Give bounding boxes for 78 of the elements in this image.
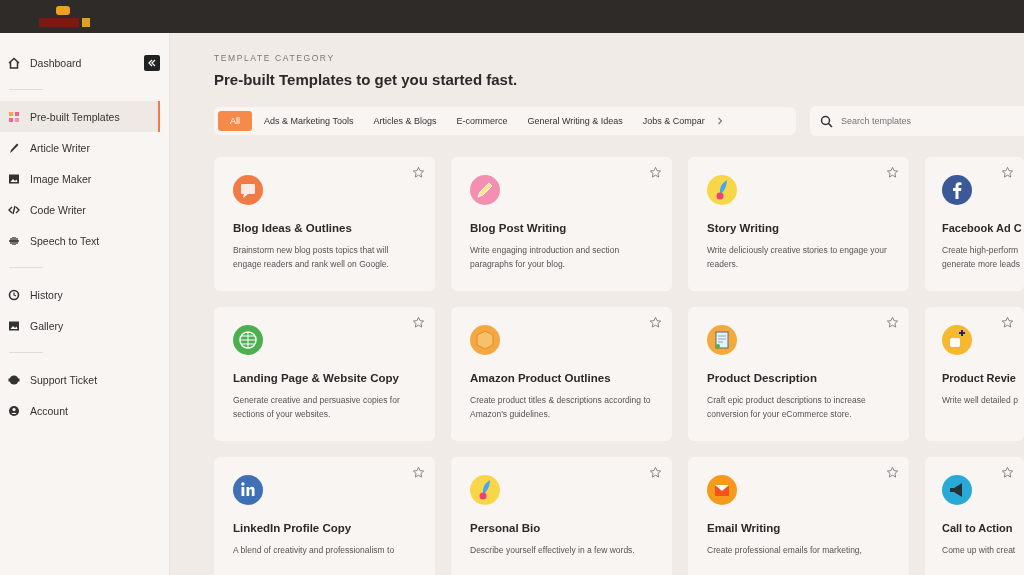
category-tab[interactable]: Ads & Marketing Tools bbox=[256, 111, 362, 131]
card-description: A blend of creativity and professionalism to bbox=[233, 544, 396, 557]
template-card[interactable]: Email Writing Create professional emails for marketing, bbox=[688, 457, 909, 575]
pen-icon bbox=[8, 141, 20, 154]
star-icon[interactable] bbox=[412, 166, 425, 179]
template-card[interactable]: Personal Bio Describe yourself effectively in a few words. bbox=[451, 457, 672, 575]
page-title: Pre-built Templates to get you started fast. bbox=[214, 71, 519, 88]
card-title: Amazon Product Outlines bbox=[470, 372, 612, 384]
home-icon bbox=[8, 56, 20, 69]
card-description: Create product titles & descriptions according to Amazon's guidelines. bbox=[470, 394, 652, 421]
star-icon[interactable] bbox=[649, 316, 662, 329]
category-tab[interactable]: Jobs & Compar bbox=[634, 111, 713, 131]
card-description: Write engaging introduction and section paragraphs for your blog. bbox=[470, 244, 621, 271]
card-title: Product Revie bbox=[942, 372, 1017, 384]
template-card[interactable]: Facebook Ad C Create high-perform generate more leads bbox=[925, 157, 1024, 291]
image-icon bbox=[8, 172, 20, 185]
card-title: LinkedIn Profile Copy bbox=[233, 522, 353, 534]
account-icon bbox=[8, 404, 20, 417]
template-card[interactable]: Amazon Product Outlines Create product titles & descriptions according to Amazon's guidelines. bbox=[451, 307, 672, 441]
card-description: Write deliciously creative stories to engage your readers. bbox=[707, 244, 888, 271]
star-icon[interactable] bbox=[886, 466, 899, 479]
card-title: Blog Post Writing bbox=[470, 222, 568, 234]
search-icon bbox=[820, 115, 833, 128]
sidebar-item[interactable]: Dashboard bbox=[0, 47, 144, 78]
search-field[interactable]: Search templates bbox=[810, 106, 1024, 136]
card-title: Blog Ideas & Outlines bbox=[233, 222, 353, 234]
collapse-button[interactable] bbox=[144, 54, 160, 71]
card-description: Create high-perform generate more leads bbox=[942, 244, 1021, 271]
card-description: Come up with creat bbox=[942, 544, 1017, 557]
category-tab[interactable]: Articles & Blogs bbox=[365, 111, 445, 131]
template-card[interactable]: Call to Action Come up with creat bbox=[925, 457, 1024, 575]
star-icon[interactable] bbox=[412, 316, 425, 329]
template-card[interactable]: Blog Post Writing Write engaging introduction and section paragraphs for your blog. bbox=[451, 157, 672, 291]
sidebar-item[interactable]: Gallery bbox=[0, 310, 160, 341]
card-title: Story Writing bbox=[707, 222, 780, 234]
card-title: Personal Bio bbox=[470, 522, 542, 534]
star-icon[interactable] bbox=[649, 466, 662, 479]
star-icon[interactable] bbox=[412, 466, 425, 479]
star-icon[interactable] bbox=[1001, 316, 1014, 329]
template-card[interactable]: Story Writing Write deliciously creative stories to engage your readers. bbox=[688, 157, 909, 291]
template-card[interactable]: Blog Ideas & Outlines Brainstorm new blog posts topics that will engage readers and rank well on Google. bbox=[214, 157, 435, 291]
category-tab[interactable]: E-commerce bbox=[448, 111, 516, 131]
card-title: Email Writing bbox=[707, 522, 782, 534]
double-chevron-icon bbox=[148, 58, 156, 67]
template-card[interactable]: LinkedIn Profile Copy A blend of creativity and professionalism to bbox=[214, 457, 435, 575]
template-card[interactable]: Product Description Craft epic product descriptions to increase conversion for your eCommerce store. bbox=[688, 307, 909, 441]
card-title: Facebook Ad C bbox=[942, 222, 1023, 234]
sidebar-item[interactable]: Pre-built Templates bbox=[0, 101, 160, 132]
card-description: Generate creative and persuasive copies for sections of your websites. bbox=[233, 394, 401, 421]
star-icon[interactable] bbox=[886, 316, 899, 329]
star-icon[interactable] bbox=[886, 166, 899, 179]
sidebar-item[interactable]: Article Writer bbox=[0, 132, 160, 163]
star-icon[interactable] bbox=[1001, 466, 1014, 479]
card-description: Brainstorm new blog posts topics that will engage readers and rank well on Google. bbox=[233, 244, 390, 271]
star-icon[interactable] bbox=[649, 166, 662, 179]
category-tab[interactable]: General Writing & Ideas bbox=[519, 111, 631, 131]
star-icon[interactable] bbox=[1001, 166, 1014, 179]
card-description: Create professional emails for marketing, bbox=[707, 544, 863, 557]
card-description: Describe yourself effectively in a few words. bbox=[470, 544, 636, 557]
card-title: Product Description bbox=[707, 372, 818, 384]
card-title: Call to Action bbox=[942, 522, 1014, 534]
section-label: TEMPLATE CATEGORY bbox=[214, 53, 336, 63]
card-description: Write well detailed p bbox=[942, 394, 1019, 407]
chevron-right-icon[interactable] bbox=[716, 117, 723, 125]
sidebar-item[interactable]: Image Maker bbox=[0, 163, 160, 194]
card-description: Craft epic product descriptions to increase conversion for your eCommerce store. bbox=[707, 394, 867, 421]
template-card[interactable]: Landing Page & Website Copy Generate creative and persuasive copies for sections of your websites. bbox=[214, 307, 435, 441]
history-icon bbox=[8, 288, 20, 301]
sidebar-item[interactable]: Code Writer bbox=[0, 194, 160, 225]
template-card[interactable]: Product Revie Write well detailed p bbox=[925, 307, 1024, 441]
templates-icon bbox=[8, 110, 20, 123]
sidebar-item[interactable]: Support Ticket bbox=[0, 364, 160, 395]
code-icon bbox=[8, 203, 20, 216]
card-title: Landing Page & Website Copy bbox=[233, 372, 400, 384]
sidebar-item[interactable]: Account bbox=[0, 395, 160, 426]
image-icon bbox=[8, 319, 20, 332]
sidebar-item[interactable]: Speech to Text bbox=[0, 225, 160, 256]
sidebar-item[interactable]: History bbox=[0, 279, 160, 310]
